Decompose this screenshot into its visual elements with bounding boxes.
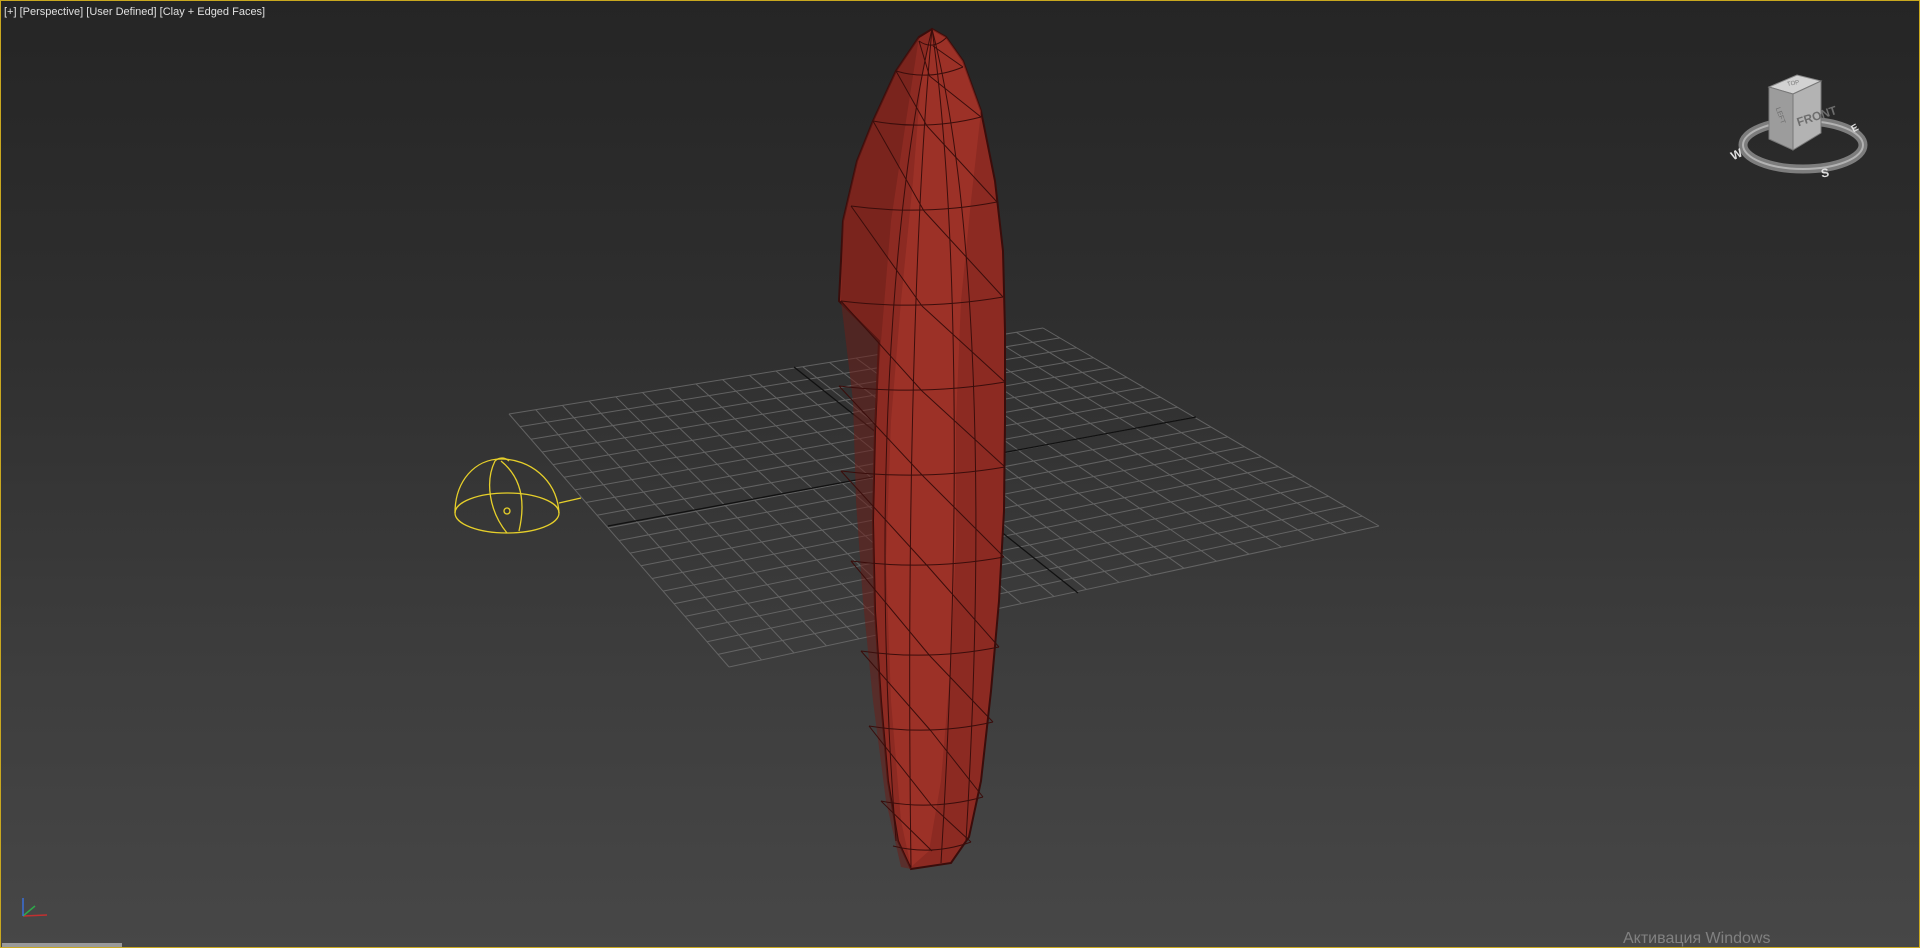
light-center-dot xyxy=(503,507,511,515)
light-gizmo[interactable] xyxy=(454,457,582,534)
perspective-viewport[interactable]: [+] [Perspective] [User Defined] [Clay +… xyxy=(0,0,1920,948)
axis-y-line xyxy=(22,905,36,917)
scene-canvas[interactable] xyxy=(1,1,1920,948)
axis-tripod-icon xyxy=(22,898,48,917)
grid-line xyxy=(717,515,1363,655)
grid-line xyxy=(706,505,1346,643)
mesh-object[interactable] xyxy=(837,27,1006,871)
light-base-ellipse xyxy=(454,492,560,534)
grid-line xyxy=(1042,327,1380,527)
grid-line xyxy=(728,525,1380,668)
viewcube[interactable]: FRONT LEFT TOP W S E xyxy=(1721,67,1881,187)
light-dome-arc xyxy=(489,460,508,534)
grid-line xyxy=(962,340,1282,548)
light-dome-arc-2 xyxy=(500,460,523,532)
windows-activation-watermark: Активация Windows xyxy=(1623,930,1771,947)
axis-x-line xyxy=(22,914,48,917)
light-direction-line xyxy=(558,497,582,504)
grid-line xyxy=(1016,331,1347,534)
viewport-bottom-strip xyxy=(2,943,122,947)
